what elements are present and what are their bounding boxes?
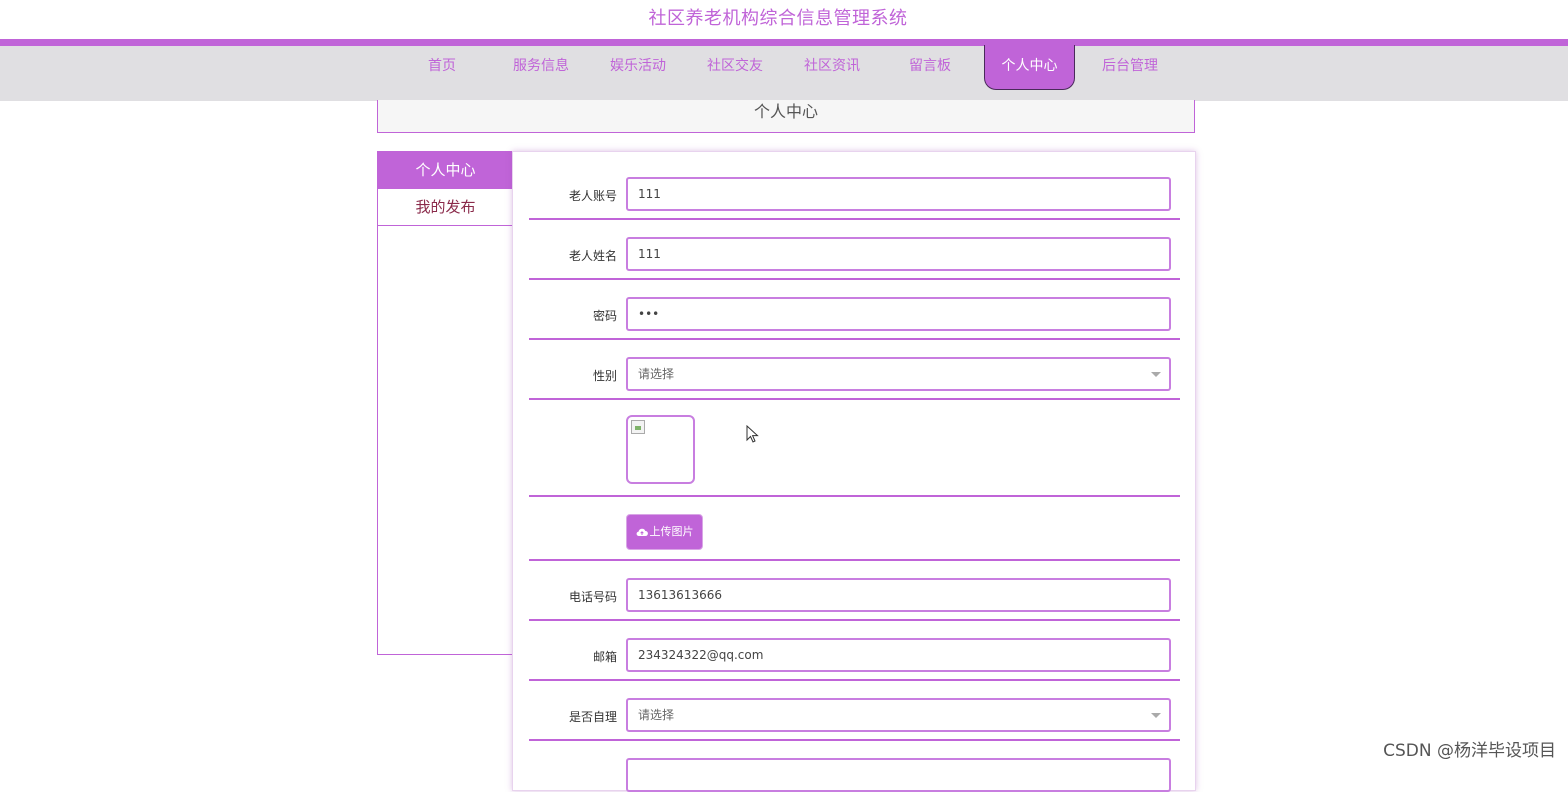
chevron-down-icon <box>1151 372 1161 377</box>
phone-field[interactable] <box>626 578 1171 612</box>
watermark: CSDN @杨洋毕设项目 <box>1383 741 1556 761</box>
email-field[interactable] <box>626 638 1171 672</box>
next-field[interactable] <box>626 758 1171 792</box>
form-row-email: 邮箱 <box>529 621 1180 681</box>
mouse-cursor-icon <box>746 425 759 443</box>
upload-image-label: 上传图片 <box>649 525 694 538</box>
page-title: 个人中心 <box>377 100 1195 133</box>
form-row-avatar <box>529 400 1180 497</box>
gender-select[interactable]: 请选择 <box>626 357 1171 391</box>
gender-select-value: 请选择 <box>638 367 675 381</box>
avatar-preview <box>626 415 695 484</box>
profile-form: 老人账号 老人姓名 密码 性别 请选择 上传图片 电话号码 邮箱 <box>512 151 1196 792</box>
password-field[interactable] <box>626 297 1171 331</box>
nav-item-admin[interactable]: 后台管理 <box>1095 46 1165 87</box>
nav-item-message-board[interactable]: 留言板 <box>900 46 960 87</box>
cloud-upload-icon <box>636 528 648 537</box>
nav-item-service-info[interactable]: 服务信息 <box>506 46 576 87</box>
form-row-gender: 性别 请选择 <box>529 340 1180 400</box>
form-row-upload: 上传图片 <box>529 497 1180 561</box>
name-field[interactable] <box>626 237 1171 271</box>
self-care-select-value: 请选择 <box>638 708 675 722</box>
nav-item-home[interactable]: 首页 <box>412 46 472 87</box>
form-row-password: 密码 <box>529 280 1180 340</box>
nav-item-community-news[interactable]: 社区资讯 <box>797 46 867 87</box>
self-care-label: 是否自理 <box>568 710 617 724</box>
nav-item-personal-center[interactable]: 个人中心 <box>984 45 1075 90</box>
chevron-down-icon <box>1151 713 1161 718</box>
form-row-phone: 电话号码 <box>529 561 1180 621</box>
gender-label: 性别 <box>592 369 617 383</box>
form-row-account: 老人账号 <box>529 152 1180 220</box>
phone-label: 电话号码 <box>568 590 617 604</box>
account-label: 老人账号 <box>568 189 617 203</box>
sidebar: 个人中心 我的发布 <box>377 151 513 655</box>
site-title: 社区养老机构综合信息管理系统 <box>648 8 908 29</box>
password-label: 密码 <box>592 309 617 323</box>
nav-item-entertainment[interactable]: 娱乐活动 <box>603 46 673 87</box>
sidebar-item-my-posts[interactable]: 我的发布 <box>378 189 513 226</box>
email-label: 邮箱 <box>592 650 617 664</box>
header-accent-line <box>0 39 1568 46</box>
nav-bar <box>0 46 1568 101</box>
nav-item-community-friends[interactable]: 社区交友 <box>700 46 770 87</box>
broken-image-icon <box>631 420 645 434</box>
sidebar-item-personal-center[interactable]: 个人中心 <box>378 151 513 189</box>
form-row-name: 老人姓名 <box>529 220 1180 280</box>
account-field[interactable] <box>626 177 1171 211</box>
name-label: 老人姓名 <box>568 249 617 263</box>
form-row-self-care: 是否自理 请选择 <box>529 681 1180 741</box>
upload-image-button[interactable]: 上传图片 <box>626 514 703 550</box>
self-care-select[interactable]: 请选择 <box>626 698 1171 732</box>
